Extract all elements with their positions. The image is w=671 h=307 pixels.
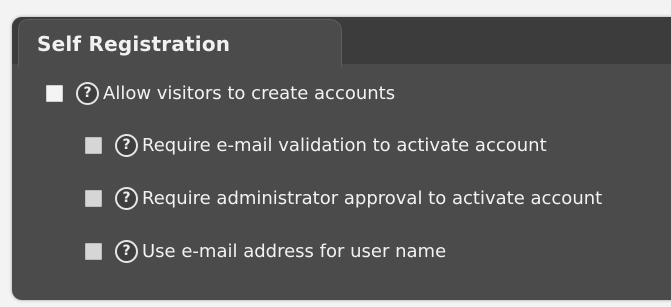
help-question-icon[interactable]: ?: [115, 133, 138, 157]
allow-visitors-checkbox[interactable]: [46, 84, 63, 102]
email-username-checkbox[interactable]: [85, 242, 102, 260]
self-registration-panel: Self Registration ? Allow visitors to cr…: [12, 17, 671, 300]
help-question-icon[interactable]: ?: [115, 186, 138, 210]
admin-approval-checkbox[interactable]: [85, 189, 102, 207]
option-email-validation: ? Require e-mail validation to activate …: [85, 133, 547, 157]
option-allow-visitors: ? Allow visitors to create accounts: [46, 81, 395, 105]
option-admin-approval: ? Require administrator approval to acti…: [85, 186, 602, 210]
panel-header: Self Registration: [12, 17, 671, 67]
email-validation-checkbox[interactable]: [85, 136, 102, 154]
allow-visitors-label: Allow visitors to create accounts: [103, 82, 396, 104]
panel-title: Self Registration: [37, 32, 231, 56]
email-username-label: Use e-mail address for user name: [142, 240, 447, 262]
help-question-icon[interactable]: ?: [115, 239, 138, 263]
help-question-icon[interactable]: ?: [76, 81, 99, 105]
panel-tab: Self Registration: [18, 19, 342, 67]
email-validation-label: Require e-mail validation to activate ac…: [142, 134, 547, 156]
option-email-username: ? Use e-mail address for user name: [85, 239, 446, 263]
admin-approval-label: Require administrator approval to activa…: [142, 187, 603, 209]
